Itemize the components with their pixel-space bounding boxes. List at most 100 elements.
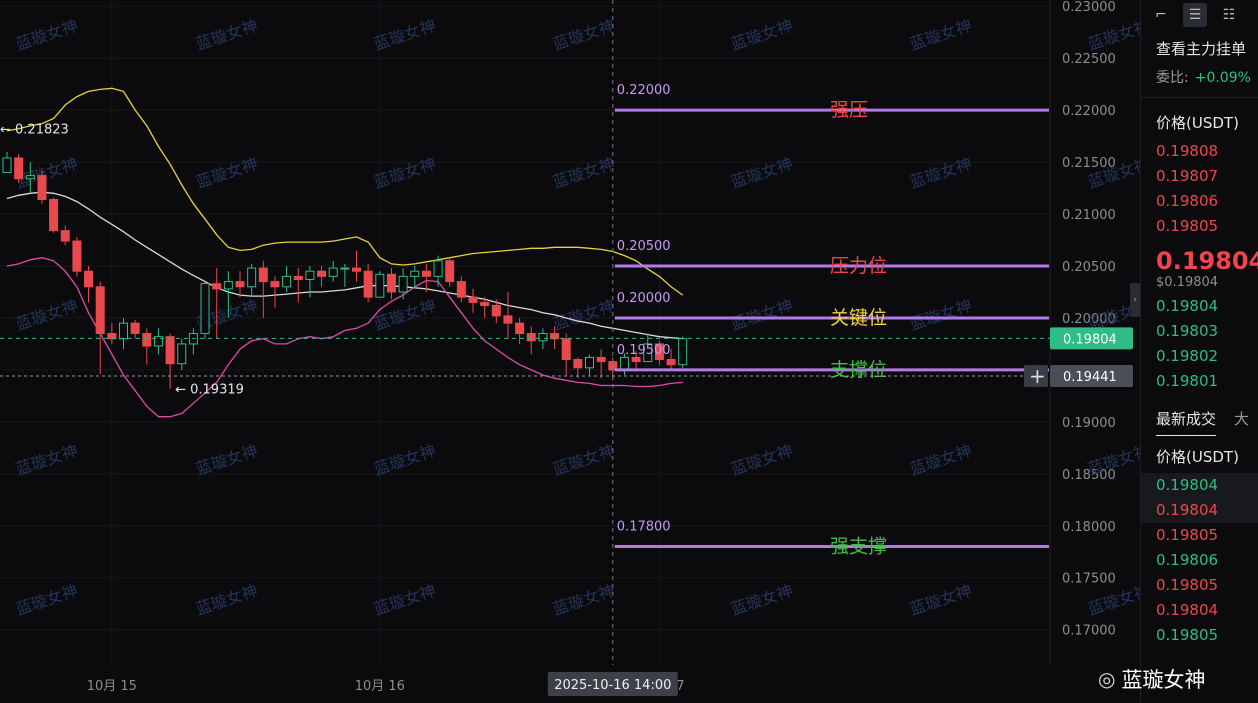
bid-list: 0.19804 0.19803 0.19802 0.19801 [1141, 294, 1258, 394]
price-chart[interactable]: 0.230000.225000.220000.215000.210000.205… [0, 0, 1140, 703]
ask-row[interactable]: 0.19807 [1141, 164, 1258, 189]
candle-body [72, 240, 82, 272]
ask-row[interactable]: 0.19805 [1141, 214, 1258, 239]
y-tick-label: 0.22500 [1062, 52, 1116, 67]
trade-row[interactable]: 0.19804 [1141, 598, 1258, 623]
candle-body [386, 273, 396, 293]
level-name-label: 强支撑 [830, 536, 887, 558]
candle-body [340, 267, 350, 270]
level-value-label: 0.17800 [617, 520, 671, 535]
candle-body [363, 270, 373, 298]
last-price-fiat: $0.19804 [1156, 275, 1219, 290]
ratio-label: 委比: [1156, 70, 1189, 86]
user-avatar-icon: ◎ [1098, 667, 1116, 691]
ratio-value: +0.09% [1194, 70, 1251, 86]
candle-body [515, 322, 525, 335]
candle-body [130, 322, 140, 335]
candle-body [119, 322, 128, 340]
high-price-annotation: ← 0.21823 [0, 123, 69, 138]
list-view-icon[interactable]: ☷ [1217, 3, 1241, 27]
trades-price-header: 价格(USDT) [1156, 448, 1239, 466]
orderbook-view-icon[interactable]: ☰ [1183, 3, 1207, 27]
candle-body [445, 260, 455, 283]
candle-body [421, 270, 431, 277]
y-tick-label: 0.17000 [1062, 624, 1116, 639]
trade-row[interactable]: 0.19806 [1141, 548, 1258, 573]
ask-list: 0.19808 0.19807 0.19806 0.19805 [1141, 139, 1258, 239]
candle-body [503, 315, 513, 324]
bid-row[interactable]: 0.19804 [1141, 294, 1258, 319]
bid-row[interactable]: 0.19802 [1141, 344, 1258, 369]
candle-body [2, 157, 12, 173]
current-price-label: 0.19804 [1063, 332, 1117, 347]
mid-price-block: 0.19804 $0.19804 [1141, 239, 1258, 290]
candle-body [270, 281, 280, 288]
trade-row[interactable]: 0.19805 [1141, 573, 1258, 598]
level-value-label: 0.20000 [617, 291, 671, 306]
y-tick-label: 0.18000 [1062, 520, 1116, 535]
tab-large-trades[interactable]: 大 [1234, 408, 1249, 436]
candle-body [60, 230, 70, 242]
candle-body [95, 286, 105, 335]
candle-body [317, 270, 327, 277]
low-price-annotation: ← 0.19319 [175, 383, 244, 398]
crosshair-time-label: 2025-10-16 14:00 [554, 678, 671, 693]
ask-row[interactable]: 0.19808 [1141, 139, 1258, 164]
level-value-label: 0.19500 [617, 343, 671, 358]
y-tick-label: 0.22000 [1062, 104, 1116, 119]
candle-body [165, 336, 175, 365]
brand-name: 蓝璇女神 [1121, 668, 1206, 692]
cursor-price-label: 0.19441 [1063, 370, 1117, 385]
plus-icon: + [1029, 364, 1046, 388]
ask-row[interactable]: 0.19806 [1141, 189, 1258, 214]
candle-body [573, 359, 583, 369]
candle-body [25, 175, 35, 180]
candle-body [678, 338, 688, 366]
tab-latest-trades[interactable]: 最新成交 [1156, 408, 1217, 436]
candle-body [177, 343, 187, 365]
candle-body [619, 356, 629, 371]
candle-body [84, 270, 94, 288]
candle-body [223, 281, 233, 290]
level-name-label: 支撑位 [830, 359, 887, 381]
candle-body [37, 175, 47, 200]
candle-body [491, 304, 501, 317]
collapse-panel-handle[interactable]: › [1130, 283, 1140, 317]
candle-body [212, 283, 222, 290]
candle-body [456, 281, 466, 298]
trades-tabs: 最新成交 大 [1141, 394, 1258, 436]
candle-body [200, 283, 210, 335]
y-tick-label: 0.23000 [1062, 0, 1116, 15]
last-price: 0.19804 [1156, 247, 1258, 275]
y-tick-label: 0.20500 [1062, 260, 1116, 275]
bid-row[interactable]: 0.19801 [1141, 369, 1258, 394]
layout-icon[interactable]: ⌐ [1149, 3, 1173, 27]
candle-body [14, 157, 24, 180]
bid-row[interactable]: 0.19803 [1141, 319, 1258, 344]
order-book-panel: ⌐ ☰ ☷ 查看主力挂单 委比: +0.09% 价格(USDT) 0.19808 0… [1140, 0, 1258, 703]
trade-row[interactable]: 0.19804 [1141, 498, 1258, 523]
candle-body [398, 275, 408, 293]
level-name-label: 关键位 [830, 307, 887, 329]
trade-row[interactable]: 0.19805 [1141, 523, 1258, 548]
candle-body [142, 333, 152, 347]
candle-body [526, 333, 536, 342]
panel-title[interactable]: 查看主力挂单 [1141, 30, 1258, 59]
price-column-header: 价格(USDT) [1156, 114, 1239, 132]
level-value-label: 0.22000 [617, 83, 671, 98]
trade-row[interactable]: 0.19805 [1141, 623, 1258, 648]
trade-row[interactable]: 0.19804 [1141, 473, 1258, 498]
trade-list: 0.19804 0.19804 0.19805 0.19806 0.19805 0.198… [1141, 473, 1258, 648]
level-name-label: 压力位 [830, 255, 887, 277]
x-tick-label: 10月 15 [87, 679, 137, 694]
candle-body [247, 267, 257, 288]
panel-toolbar: ⌐ ☰ ☷ [1141, 0, 1258, 30]
candle-body [293, 275, 303, 281]
candle-body [49, 199, 59, 232]
candle-body [585, 356, 594, 369]
level-name-label: 强压 [830, 99, 868, 121]
candle-body [480, 301, 490, 306]
candle-body [666, 359, 676, 366]
level-value-label: 0.20500 [617, 239, 671, 254]
candle-body [596, 356, 606, 363]
